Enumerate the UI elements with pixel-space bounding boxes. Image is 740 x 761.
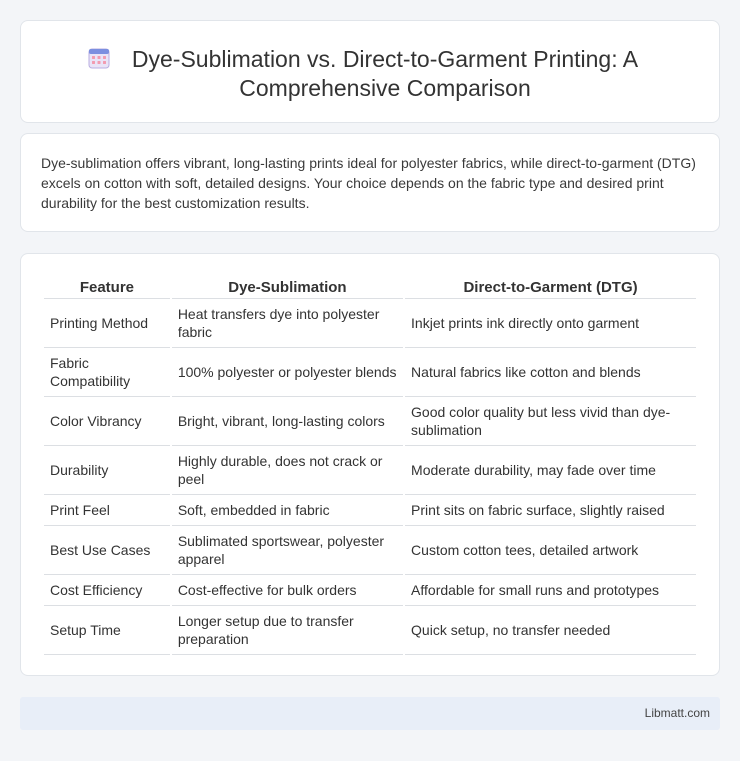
feature-cell: Cost Efficiency: [44, 575, 170, 606]
dtg-cell: Moderate durability, may fade over time: [405, 446, 696, 495]
column-header-dtg: Direct-to-Garment (DTG): [405, 275, 696, 299]
dye-sublimation-cell: Soft, embedded in fabric: [171, 495, 404, 526]
title-card: Dye-Sublimation vs. Direct-to-Garment Pr…: [20, 20, 720, 123]
table-row: Cost Efficiency Cost-effective for bulk …: [44, 575, 696, 606]
table-row: Durability Highly durable, does not crac…: [44, 446, 696, 495]
table-row: Color Vibrancy Bright, vibrant, long-las…: [44, 397, 696, 446]
comparison-table: Feature Dye-Sublimation Direct-to-Garmen…: [42, 275, 698, 655]
dye-sublimation-cell: 100% polyester or polyester blends: [171, 348, 404, 397]
footer-brand: Libmatt.com: [644, 706, 710, 720]
table-row: Best Use Cases Sublimated sportswear, po…: [44, 526, 696, 575]
dtg-cell: Quick setup, no transfer needed: [405, 606, 696, 655]
table-header-row: Feature Dye-Sublimation Direct-to-Garmen…: [44, 275, 696, 299]
footer-bar: Libmatt.com: [20, 697, 720, 730]
page-title: Dye-Sublimation vs. Direct-to-Garment Pr…: [131, 46, 639, 101]
table-row: Fabric Compatibility 100% polyester or p…: [44, 348, 696, 397]
feature-cell: Best Use Cases: [44, 526, 170, 575]
feature-cell: Setup Time: [44, 606, 170, 655]
dye-sublimation-cell: Longer setup due to transfer preparation: [171, 606, 404, 655]
dye-sublimation-cell: Sublimated sportswear, polyester apparel: [171, 526, 404, 575]
dtg-cell: Custom cotton tees, detailed artwork: [405, 526, 696, 575]
dtg-cell: Inkjet prints ink directly onto garment: [405, 299, 696, 348]
feature-cell: Fabric Compatibility: [44, 348, 170, 397]
feature-cell: Print Feel: [44, 495, 170, 526]
intro-paragraph: Dye-sublimation offers vibrant, long-las…: [41, 155, 696, 211]
dye-sublimation-cell: Bright, vibrant, long-lasting colors: [171, 397, 404, 446]
dye-sublimation-cell: Highly durable, does not crack or peel: [171, 446, 404, 495]
column-header-dye-sublimation: Dye-Sublimation: [171, 275, 404, 299]
table-row: Print Feel Soft, embedded in fabric Prin…: [44, 495, 696, 526]
comparison-table-card: Feature Dye-Sublimation Direct-to-Garmen…: [20, 253, 720, 676]
dye-sublimation-cell: Cost-effective for bulk orders: [171, 575, 404, 606]
column-header-feature: Feature: [44, 275, 170, 299]
table-row: Setup Time Longer setup due to transfer …: [44, 606, 696, 655]
dtg-cell: Natural fabrics like cotton and blends: [405, 348, 696, 397]
feature-cell: Printing Method: [44, 299, 170, 348]
table-row: Printing Method Heat transfers dye into …: [44, 299, 696, 348]
dye-sublimation-cell: Heat transfers dye into polyester fabric: [171, 299, 404, 348]
feature-cell: Color Vibrancy: [44, 397, 170, 446]
intro-card: Dye-sublimation offers vibrant, long-las…: [20, 133, 720, 232]
dtg-cell: Good color quality but less vivid than d…: [405, 397, 696, 446]
dtg-cell: Affordable for small runs and prototypes: [405, 575, 696, 606]
dtg-cell: Print sits on fabric surface, slightly r…: [405, 495, 696, 526]
feature-cell: Durability: [44, 446, 170, 495]
